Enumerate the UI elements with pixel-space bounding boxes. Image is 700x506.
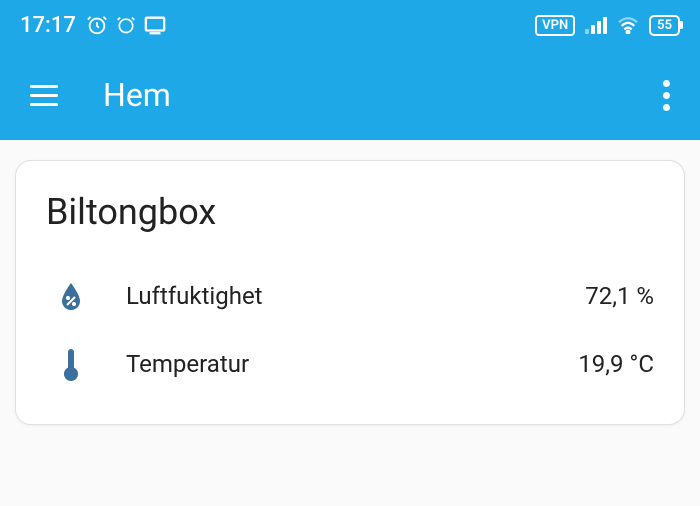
content-area: Biltongbox Luftfuktighet 72,1 % [0,140,700,445]
sensor-card: Biltongbox Luftfuktighet 72,1 % [15,160,685,425]
app-bar: Hem [0,50,700,140]
hamburger-menu-icon[interactable] [20,75,68,116]
status-time: 17:17 [20,13,76,38]
page-title: Hem [103,76,653,114]
status-right-group: VPN 55 [535,15,680,36]
humidity-label: Luftfuktighet [126,282,585,310]
thermometer-icon [46,347,96,381]
status-bar: 17:17 VPN [0,0,700,50]
alarm-icon-2 [116,15,136,35]
signal-icon [585,16,607,34]
humidity-value: 72,1 % [585,282,654,310]
wifi-icon [617,16,639,34]
temperature-row[interactable]: Temperatur 19,9 °C [46,329,654,399]
vpn-indicator: VPN [535,15,575,36]
card-title: Biltongbox [46,191,654,233]
status-icons-left [86,14,166,36]
more-options-icon[interactable] [653,70,680,121]
alarm-icon [86,14,108,36]
cast-icon [144,15,166,35]
temperature-label: Temperatur [126,350,578,378]
humidity-icon [46,281,96,311]
status-left-group: 17:17 [20,13,166,38]
battery-indicator: 55 [649,15,680,36]
humidity-row[interactable]: Luftfuktighet 72,1 % [46,263,654,329]
temperature-value: 19,9 °C [578,350,654,378]
